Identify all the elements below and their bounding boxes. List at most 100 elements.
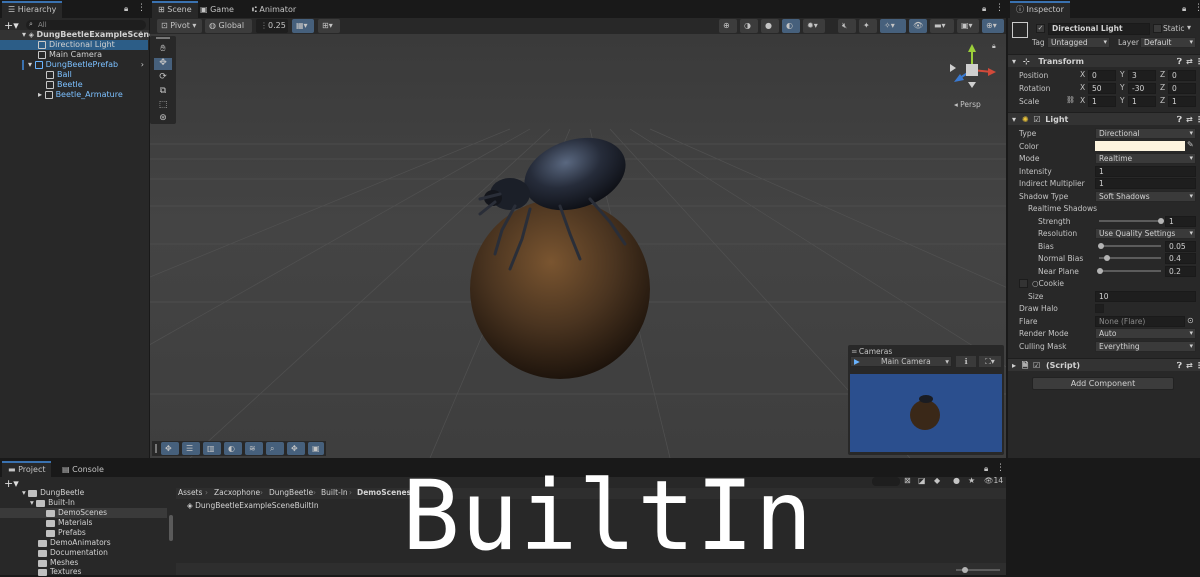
dung-ball[interactable] [470, 199, 650, 379]
gizmo-lock-icon[interactable]: 🔒︎ [992, 42, 996, 51]
tree-item-documentation[interactable]: Documentation [38, 548, 108, 558]
label-tag-icon[interactable]: ◆ [934, 476, 940, 485]
hierarchy-item-beetle-armature[interactable]: ▸ Beetle_Armature [0, 90, 148, 100]
breadcrumb-item[interactable]: Zacxophone [214, 488, 260, 498]
hand-tool-icon[interactable]: ✋︎ [154, 44, 172, 56]
tag-dropdown[interactable]: Untagged [1047, 37, 1110, 48]
fx-toggle-icon[interactable]: ✦ [859, 19, 877, 33]
move-handles-icon[interactable]: ✥ [161, 442, 179, 455]
position-x-field[interactable]: 0 [1088, 70, 1116, 81]
near-plane-slider-knob[interactable] [1096, 268, 1103, 274]
favorite-star-icon[interactable]: ★ [968, 476, 975, 485]
culling-mask-dropdown[interactable]: Everything [1095, 341, 1196, 352]
near-plane-field[interactable]: 0.2 [1165, 266, 1196, 277]
color-swatch[interactable] [1095, 141, 1185, 151]
global-dropdown[interactable]: ◍ Global ▾ [205, 19, 252, 44]
indirect-multiplier-field[interactable]: 1 [1095, 178, 1196, 189]
link-scale-icon[interactable]: ⛓︎ [1066, 96, 1075, 104]
scene-menu-icon[interactable]: ⋮ [137, 30, 145, 40]
size-field[interactable]: 10 [1095, 291, 1196, 302]
drag-handle-icon[interactable] [155, 444, 157, 453]
tree-item-materials[interactable]: Materials [46, 518, 92, 528]
script-enabled-checkbox[interactable]: ☑ [1033, 361, 1040, 370]
breadcrumb-item[interactable]: Assets [178, 488, 202, 498]
tree-item-prefabs[interactable]: Prefabs [46, 528, 86, 538]
scale-tool-icon[interactable]: ⧉ [154, 86, 172, 98]
orientation-gizmo[interactable]: 🔒︎ ◂ Persp [938, 42, 1006, 112]
drag-handle-icon[interactable]: ═ [852, 347, 859, 356]
draw-mode-icon[interactable]: ⊕ [719, 19, 737, 33]
eyedropper-icon[interactable]: ✎ [1187, 140, 1194, 149]
more-menu-icon[interactable]: ⋮ [1194, 3, 1200, 13]
pivot-mode-icon[interactable]: ◐ [224, 442, 242, 455]
camera-icon[interactable]: ▣▾ [957, 19, 979, 33]
rotation-x-field[interactable]: 50 [1088, 83, 1116, 94]
persp-label[interactable]: ◂ Persp [954, 100, 981, 109]
help-icon[interactable]: ❓︎ [1177, 113, 1182, 126]
strength-field[interactable]: 1 [1165, 216, 1196, 227]
audio-mute-icon[interactable]: 🔇︎ [838, 19, 856, 33]
normal-bias-field[interactable]: 0.4 [1165, 253, 1196, 264]
camera-settings-icon[interactable]: ▬▾ [930, 19, 954, 33]
rotation-z-field[interactable]: 0 [1168, 83, 1196, 94]
file-item-scene[interactable]: ◈ DungBeetleExampleSceneBuiltIn [187, 501, 319, 511]
render-mode-dropdown[interactable]: Auto [1095, 328, 1196, 339]
preset-icon[interactable]: ⇄ [1186, 113, 1193, 126]
move-tool-icon[interactable]: ✥ [154, 58, 172, 70]
hierarchy-search-input[interactable]: ⌕ All [26, 20, 146, 30]
tree-item-dungbeetle[interactable]: ▾ DungBeetle [22, 488, 84, 498]
rect-tool-icon[interactable]: ⬚ [154, 100, 172, 112]
rotation-y-field[interactable]: -30 [1128, 83, 1156, 94]
preset-icon[interactable]: ⇄ [1186, 55, 1193, 68]
project-add-button[interactable]: +▾ [4, 477, 19, 490]
search-by-type-icon[interactable]: ⊠ [904, 476, 911, 485]
tree-item-built-in[interactable]: ▾ Built-In [30, 498, 75, 508]
lock-icon[interactable]: 🔒︎ [1182, 4, 1186, 14]
transform-tool-icon[interactable]: ⊛ [154, 113, 172, 124]
rotate-tool-icon[interactable]: ⟳ [154, 72, 172, 84]
hierarchy-item-dungbeetleprefab[interactable]: ▾ DungBeetlePrefab › [0, 60, 148, 70]
hidden-packages-toggle[interactable]: 👁︎14 [984, 476, 1003, 485]
more-menu-icon[interactable]: ⋮ [995, 3, 1004, 13]
expand-arrow-icon[interactable]: ▸ [38, 90, 42, 99]
tree-scrollbar[interactable] [169, 515, 173, 541]
tab-console[interactable]: ▤ Console [56, 461, 110, 478]
search-by-label-icon[interactable]: ◪ [918, 476, 926, 485]
hierarchy-item-beetle[interactable]: Beetle [0, 80, 148, 90]
scene-viewport[interactable]: ✋︎ ✥ ⟳ ⧉ ⬚ ⊛ 🔒︎ ◂ Persp ═ Cameras ▶ Main… [150, 34, 1006, 458]
zoom-icon[interactable]: ⌕ [266, 442, 284, 455]
cookie-checkbox[interactable] [1019, 279, 1028, 288]
lock-icon[interactable]: 🔒︎ [124, 4, 128, 14]
shaded-wire-icon[interactable]: ◑ [740, 19, 758, 33]
help-icon[interactable]: ❓︎ [1177, 359, 1182, 372]
tree-item-textures[interactable]: Textures [38, 567, 81, 577]
strength-slider[interactable] [1099, 220, 1161, 222]
project-search-input[interactable] [872, 477, 900, 486]
pivot-dropdown[interactable]: ⊡ Pivot ▾ [157, 19, 202, 33]
strength-slider-knob[interactable] [1158, 218, 1164, 224]
normal-bias-slider-knob[interactable] [1104, 255, 1111, 261]
more-menu-icon[interactable]: ⋮ [137, 3, 146, 13]
layers-icon[interactable]: ≋ [245, 442, 263, 455]
shaded-icon[interactable]: ● [761, 19, 779, 33]
tab-project[interactable]: ▬ Project [2, 461, 52, 478]
script-header[interactable]: ▸ 🗎︎ ☑ (Script) ❓︎ ⇄ ⋮ [1008, 358, 1200, 371]
snapping-icon[interactable]: ▥ [203, 442, 221, 455]
add-component-button[interactable]: Add Component [1032, 377, 1174, 390]
active-checkbox[interactable]: ✓ [1036, 24, 1045, 33]
bias-field[interactable]: 0.05 [1165, 241, 1196, 252]
tree-item-demoscenes[interactable]: DemoScenes [0, 508, 167, 518]
hierarchy-item-directional-light[interactable]: Directional Light [0, 40, 148, 50]
static-dropdown-icon[interactable]: ▾ [1187, 23, 1191, 32]
component-menu-icon[interactable]: ⋮ [1195, 113, 1200, 126]
expand-arrow-icon[interactable]: ▾ [28, 60, 32, 69]
hierarchy-scene-row[interactable]: ▾ ◈ DungBeetleExampleScene ⋮ [0, 30, 155, 40]
lock-icon[interactable]: 🔒︎ [982, 4, 986, 14]
position-y-field[interactable]: 3 [1128, 70, 1156, 81]
align-icon[interactable]: ☰ [182, 442, 200, 455]
scale-y-field[interactable]: 1 [1128, 96, 1156, 107]
tab-hierarchy[interactable]: ☰ Hierarchy [2, 1, 63, 18]
tab-inspector[interactable]: ⓘ Inspector [1010, 1, 1070, 18]
bias-slider-knob[interactable] [1097, 243, 1104, 249]
camera-select-dropdown[interactable]: ▶ Main Camera ▾ [850, 356, 952, 367]
